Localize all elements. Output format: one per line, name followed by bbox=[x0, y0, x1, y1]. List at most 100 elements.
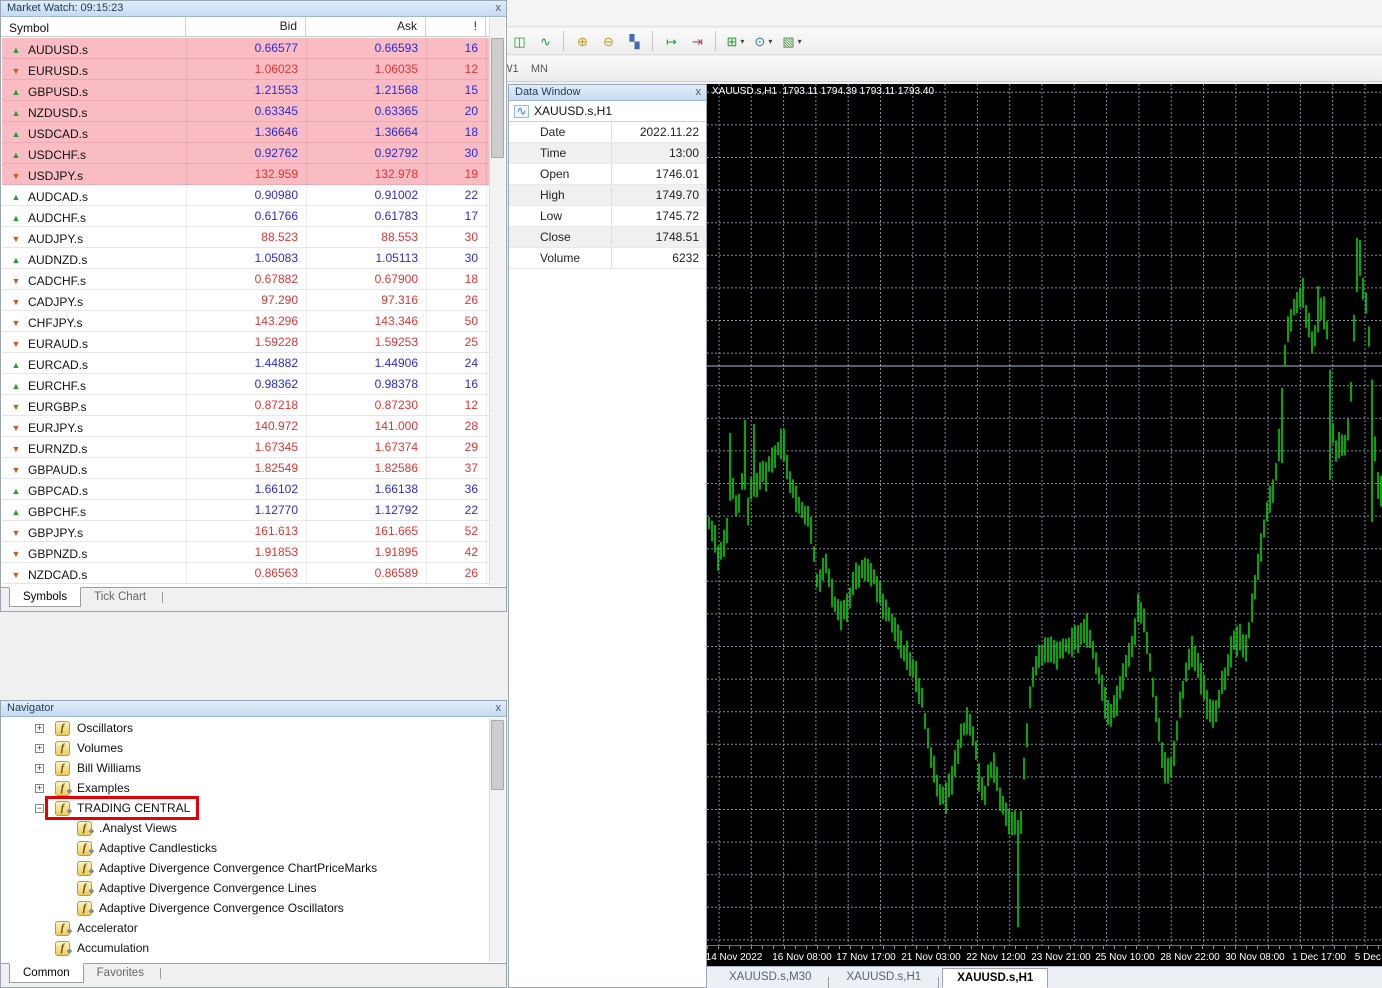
market-watch-row-eurjpy.s[interactable]: ▼EURJPY.s140.972141.00028 bbox=[2, 416, 489, 437]
market-watch-row-gbpusd.s[interactable]: ▲GBPUSD.s1.215531.2156815 bbox=[2, 80, 489, 101]
market-watch-row-nzdusd.s[interactable]: ▲NZDUSD.s0.633450.6336520 bbox=[2, 101, 489, 122]
close-icon[interactable]: x bbox=[696, 86, 702, 98]
candlestick-type-button[interactable]: ◫ bbox=[507, 30, 531, 52]
navigator-item-adaptive-candlesticks[interactable]: f◆Adaptive Candlesticks bbox=[2, 838, 489, 858]
expand-icon[interactable]: + bbox=[35, 784, 44, 793]
symbol-cell: ▼EURAUD.s bbox=[2, 332, 187, 353]
market-watch-row-gbpaud.s[interactable]: ▼GBPAUD.s1.825491.8258637 bbox=[2, 458, 489, 479]
tile-windows-button[interactable]: ▚ bbox=[622, 30, 646, 52]
navigator-panel: Navigator x +fOscillators+fVolumes+fBill… bbox=[0, 700, 507, 988]
timeframe-mn-button[interactable]: MN bbox=[526, 59, 553, 79]
navigator-item-bill-williams[interactable]: +fBill Williams bbox=[2, 758, 489, 778]
time-axis-label: 23 Nov 21:00 bbox=[1031, 952, 1091, 963]
navigator-item-oscillators[interactable]: +fOscillators bbox=[2, 718, 489, 738]
market-watch-row-gbpjpy.s[interactable]: ▼GBPJPY.s161.613161.66552 bbox=[2, 521, 489, 542]
column-header-spread[interactable]: ! bbox=[426, 17, 486, 36]
market-watch-tab-tick-chart[interactable]: Tick Chart bbox=[81, 588, 159, 608]
market-watch-row-usdchf.s[interactable]: ▲USDCHF.s0.927620.9279230 bbox=[2, 143, 489, 164]
expand-icon[interactable]: + bbox=[35, 724, 44, 733]
indicators-button[interactable]: ⊞▾ bbox=[722, 30, 748, 52]
close-icon[interactable]: x bbox=[496, 702, 502, 714]
navigator-item-label: Adaptive Divergence Convergence Oscillat… bbox=[99, 901, 344, 915]
navigator-tab-favorites[interactable]: Favorites bbox=[84, 964, 157, 984]
market-watch-row-usdjpy.s[interactable]: ▼USDJPY.s132.959132.97819 bbox=[2, 164, 489, 185]
chart-panel[interactable]: XAUUSD.s,H1 1793.11 1794.39 1793.11 1793… bbox=[707, 84, 1382, 988]
market-watch-row-nzdcad.s[interactable]: ▼NZDCAD.s0.865630.8658926 bbox=[2, 563, 489, 584]
bid-cell: 0.66577 bbox=[187, 38, 307, 59]
navigator-scrollbar[interactable] bbox=[489, 718, 505, 962]
bid-cell: 0.63345 bbox=[187, 101, 307, 122]
templates-button[interactable]: ▧▾ bbox=[778, 30, 805, 52]
expand-icon[interactable]: + bbox=[35, 744, 44, 753]
market-watch-row-eurnzd.s[interactable]: ▼EURNZD.s1.673451.6737429 bbox=[2, 437, 489, 458]
market-watch-row-usdcad.s[interactable]: ▲USDCAD.s1.366461.3666418 bbox=[2, 122, 489, 143]
market-watch-row-eurgbp.s[interactable]: ▼EURGBP.s0.872180.8723012 bbox=[2, 395, 489, 416]
navigator-item-accumulation[interactable]: f◆Accumulation bbox=[2, 938, 489, 958]
data-window-symbol: XAUUSD.s,H1 bbox=[534, 104, 612, 118]
periods-button[interactable]: ⊙▾ bbox=[750, 30, 776, 52]
market-watch-row-gbpchf.s[interactable]: ▲GBPCHF.s1.127701.1279222 bbox=[2, 500, 489, 521]
navigator-item-adaptive-divergence-convergence-chartpricemarks[interactable]: f◆Adaptive Divergence Convergence ChartP… bbox=[2, 858, 489, 878]
price-chart[interactable] bbox=[707, 84, 1382, 945]
indicators-icon: ⊞ bbox=[726, 35, 737, 48]
navigator-item-examples[interactable]: +f◆Examples bbox=[2, 778, 489, 798]
market-watch-row-audnzd.s[interactable]: ▲AUDNZD.s1.050831.0511330 bbox=[2, 248, 489, 269]
market-watch-row-audchf.s[interactable]: ▲AUDCHF.s0.617660.6178317 bbox=[2, 206, 489, 227]
chart-tab-2-xauusd-s-h1[interactable]: XAUUSD.s,H1 bbox=[942, 968, 1048, 988]
spread-cell: 22 bbox=[427, 500, 487, 521]
market-watch-scrollbar[interactable] bbox=[489, 18, 505, 586]
navigator-item-adaptive-divergence-convergence-oscillators[interactable]: f◆Adaptive Divergence Convergence Oscill… bbox=[2, 898, 489, 918]
annotation-highlight-box bbox=[45, 796, 199, 820]
arrow-down-icon: ▼ bbox=[10, 402, 22, 412]
market-watch-row-audcad.s[interactable]: ▲AUDCAD.s0.909800.9100222 bbox=[2, 185, 489, 206]
time-axis-label: 17 Nov 17:00 bbox=[836, 952, 896, 963]
navigator-item-adaptive-divergence-convergence-lines[interactable]: f◆Adaptive Divergence Convergence Lines bbox=[2, 878, 489, 898]
market-watch-row-chfjpy.s[interactable]: ▼CHFJPY.s143.296143.34650 bbox=[2, 311, 489, 332]
arrow-up-icon: ▲ bbox=[10, 507, 22, 517]
close-icon[interactable]: x bbox=[496, 2, 502, 14]
zoom-in-button[interactable]: ⊕ bbox=[570, 30, 594, 52]
collapse-icon[interactable]: − bbox=[35, 804, 44, 813]
market-watch-row-euraud.s[interactable]: ▼EURAUD.s1.592281.5925325 bbox=[2, 332, 489, 353]
chevron-down-icon[interactable]: ▾ bbox=[768, 37, 772, 46]
bid-cell: 1.59228 bbox=[187, 332, 307, 353]
symbol-cell: ▲GBPCHF.s bbox=[2, 500, 187, 521]
column-header-ask[interactable]: Ask bbox=[306, 17, 426, 36]
symbol-label: EURUSD.s bbox=[28, 64, 88, 78]
market-watch-row-eurcad.s[interactable]: ▲EURCAD.s1.448821.4490624 bbox=[2, 353, 489, 374]
navigator-item--analyst-views[interactable]: f◆.Analyst Views bbox=[2, 818, 489, 838]
symbol-cell: ▼AUDJPY.s bbox=[2, 227, 187, 248]
navigator-item-label: .Analyst Views bbox=[99, 821, 177, 835]
chevron-down-icon[interactable]: ▾ bbox=[798, 37, 802, 46]
market-watch-tab-symbols[interactable]: Symbols bbox=[9, 587, 81, 607]
chart-tab-1-xauusd-s-h1[interactable]: XAUUSD.s,H1 bbox=[832, 968, 935, 988]
ask-cell: 1.05113 bbox=[307, 248, 427, 269]
auto-scroll-button[interactable]: ↦ bbox=[659, 30, 683, 52]
chevron-down-icon[interactable]: ▾ bbox=[740, 37, 744, 46]
chart-shift-button[interactable]: ⇥ bbox=[685, 30, 709, 52]
market-watch-row-gbpcad.s[interactable]: ▲GBPCAD.s1.661021.6613836 bbox=[2, 479, 489, 500]
ask-cell: 1.91895 bbox=[307, 542, 427, 563]
field-label: Date bbox=[509, 122, 612, 142]
bid-cell: 1.36646 bbox=[187, 122, 307, 143]
column-header-symbol[interactable]: Symbol bbox=[1, 17, 186, 36]
navigator-tab-common[interactable]: Common bbox=[9, 963, 84, 983]
navigator-item-accelerator[interactable]: f◆Accelerator bbox=[2, 918, 489, 938]
navigator-title: Navigator bbox=[7, 702, 54, 714]
navigator-item-volumes[interactable]: +fVolumes bbox=[2, 738, 489, 758]
market-watch-row-eurusd.s[interactable]: ▼EURUSD.s1.060231.0603512 bbox=[2, 59, 489, 80]
expand-icon[interactable]: + bbox=[35, 764, 44, 773]
market-watch-row-audusd.s[interactable]: ▲AUDUSD.s0.665770.6659316 bbox=[2, 38, 489, 59]
scrollbar-thumb[interactable] bbox=[491, 720, 504, 790]
line-chart-type-button[interactable]: ∿ bbox=[533, 30, 557, 52]
scrollbar-thumb[interactable] bbox=[491, 38, 504, 158]
market-watch-row-eurchf.s[interactable]: ▲EURCHF.s0.983620.9837816 bbox=[2, 374, 489, 395]
zoom-out-button[interactable]: ⊖ bbox=[596, 30, 620, 52]
market-watch-row-gbpnzd.s[interactable]: ▼GBPNZD.s1.918531.9189542 bbox=[2, 542, 489, 563]
column-header-bid[interactable]: Bid bbox=[186, 17, 306, 36]
market-watch-row-cadchf.s[interactable]: ▼CADCHF.s0.678820.6790018 bbox=[2, 269, 489, 290]
chart-tab-0-xauusd-s-m30[interactable]: XAUUSD.s,M30 bbox=[715, 968, 825, 988]
market-watch-row-cadjpy.s[interactable]: ▼CADJPY.s97.29097.31626 bbox=[2, 290, 489, 311]
tile-windows-icon: ▚ bbox=[629, 35, 639, 48]
market-watch-row-audjpy.s[interactable]: ▼AUDJPY.s88.52388.55330 bbox=[2, 227, 489, 248]
